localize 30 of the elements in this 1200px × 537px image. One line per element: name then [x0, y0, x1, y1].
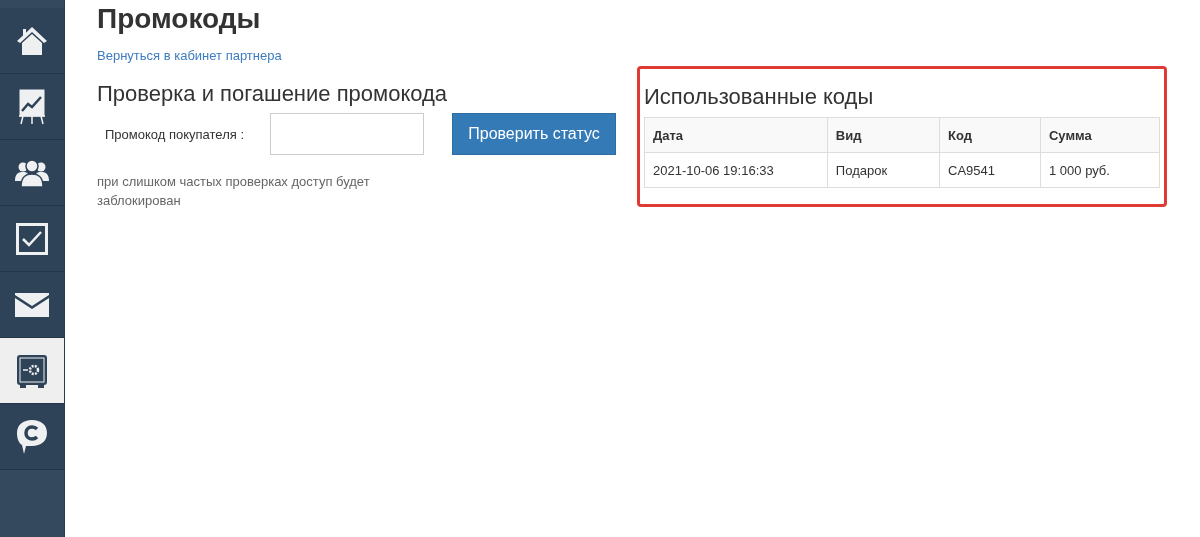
column-header: Сумма — [1040, 117, 1160, 153]
sidebar-item[interactable] — [0, 338, 64, 404]
check-status-button[interactable]: Проверить статус — [452, 113, 616, 155]
column-header: Код — [939, 117, 1041, 153]
chat-icon — [16, 418, 48, 455]
users-icon — [15, 158, 49, 187]
column-header: Дата — [644, 117, 828, 153]
sidebar-item[interactable] — [0, 140, 64, 206]
promo-code-field[interactable] — [270, 113, 424, 155]
sidebar-item[interactable] — [0, 206, 64, 272]
table-cell: 2021-10-06 19:16:33 — [644, 152, 828, 188]
sidebar-item[interactable] — [0, 404, 64, 470]
sidebar-item[interactable] — [0, 74, 64, 140]
field-label: Промокод покупателя : — [104, 126, 245, 142]
checkbox-icon — [16, 222, 48, 255]
back-link[interactable]: Вернуться в кабинет партнера — [97, 48, 282, 63]
section-heading: Проверка и погашение промокода — [97, 80, 449, 108]
envelope-icon — [15, 292, 49, 317]
sidebar-item[interactable] — [0, 272, 64, 338]
table-cell: Подарок — [827, 152, 940, 188]
page-title: Промокоды — [97, 2, 262, 36]
column-header: Вид — [827, 117, 940, 153]
warning-note: при слишком частых проверках доступ будет заблокирован — [97, 173, 371, 210]
table-cell: 1 000 руб. — [1040, 152, 1160, 188]
table-cell: CA9541 — [939, 152, 1041, 188]
home-icon — [16, 24, 48, 57]
sidebar-item[interactable] — [0, 8, 64, 74]
safe-icon — [16, 353, 48, 388]
section-heading: Использованные коды — [644, 83, 875, 111]
chart-easel-icon — [18, 88, 46, 125]
